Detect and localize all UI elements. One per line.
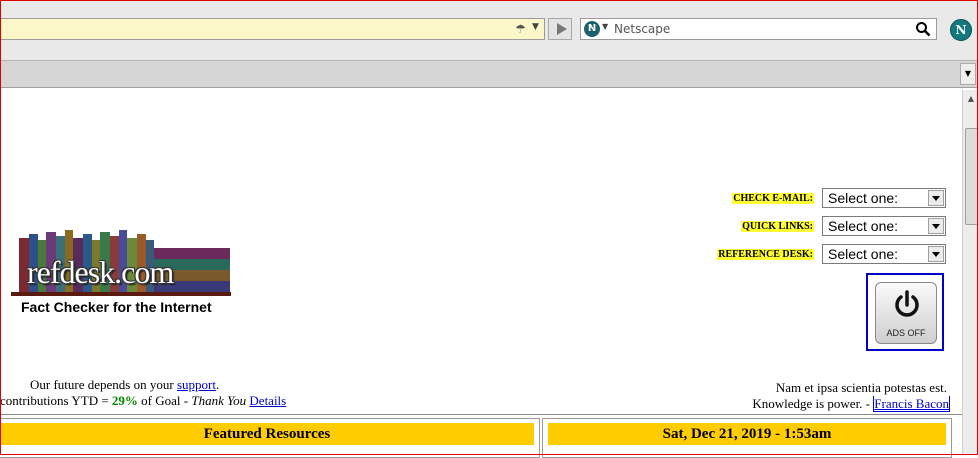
window-frame [0,0,978,455]
